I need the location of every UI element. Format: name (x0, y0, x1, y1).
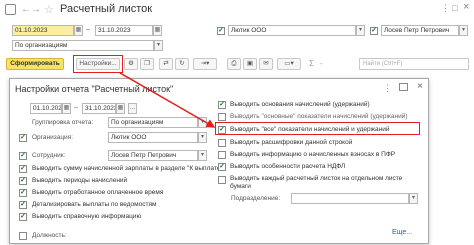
option-checkbox[interactable] (218, 139, 226, 147)
option-label: Выводить каждый расчетный листок на отде… (230, 175, 403, 190)
dialog-employee-checkbox[interactable]: ✓ (19, 152, 27, 160)
dropdown-icon[interactable]: ▾ (198, 150, 207, 161)
dialog-organization-field[interactable]: Лютик ООО (108, 132, 198, 143)
date-separator: – (74, 104, 78, 111)
subdivision-field[interactable] (291, 193, 409, 204)
settings-highlight-box (73, 55, 123, 73)
copy-icon[interactable]: ❐ (140, 58, 154, 70)
period-end-field[interactable]: 31.10.2023 (95, 25, 153, 36)
option-label: Выводить расшифровки данной строкой (230, 139, 353, 146)
search-input[interactable]: Найти (Ctrl+F) (359, 58, 469, 70)
employee-filter-checkbox[interactable]: ✓ (370, 27, 378, 35)
dropdown-icon[interactable]: ▾ (198, 132, 207, 143)
option-checkbox[interactable] (218, 151, 226, 159)
forward-arrow-icon[interactable]: → (31, 4, 41, 15)
report-settings-dialog: Настройки отчета "Расчетный листок" ⋮ × … (9, 78, 429, 244)
organization-label: Организация: (32, 134, 74, 141)
dropdown-icon[interactable]: ▾ (154, 40, 163, 51)
more-menu-icon[interactable]: ⋮ (441, 3, 450, 14)
swap-icon[interactable]: ⇄ (159, 58, 173, 70)
option-label: Выводить информацию о начисленных взноса… (230, 151, 396, 158)
option-label: Выводить сумму начисленной зарплаты в ра… (32, 165, 223, 172)
save-icon[interactable]: ▣ (243, 58, 257, 70)
option-label: Выводить особенности расчета НДФЛ (230, 163, 346, 170)
calendar-icon[interactable]: ▦ (116, 103, 125, 114)
option-label: Выводить периоды начислений (32, 177, 128, 184)
dialog-period-end[interactable]: 31.10.2023 (82, 103, 116, 114)
option-checkbox[interactable]: ✓ (218, 101, 226, 109)
dropdown-icon[interactable]: ▾ (198, 117, 207, 128)
print-icon[interactable]: ⎙ (227, 58, 241, 70)
dialog-grouping-field[interactable]: По организациям (108, 117, 198, 128)
grouping-field[interactable]: По организациям (12, 40, 154, 51)
grouping-label: Группировка отчета: (32, 119, 94, 126)
calendar-icon[interactable]: ▦ (74, 25, 83, 36)
title-bar: ← → ☆ Расчетный листок ⋮ □ × (0, 0, 474, 20)
refresh-icon[interactable]: ↻ (175, 58, 189, 70)
organization-filter-field[interactable]: Лютик ООО (228, 25, 356, 36)
option-label: Детализировать выплаты по ведомостям (32, 201, 157, 208)
employee-filter-field[interactable]: Лосев Петр Петрович (381, 25, 459, 36)
option-checkbox[interactable] (218, 176, 226, 184)
dropdown-icon[interactable]: ▾ (356, 25, 365, 36)
option-label: Выводить "основные" показатели начислени… (230, 113, 408, 120)
dialog-period-start[interactable]: 01.10.2023 (30, 103, 62, 114)
option-checkbox[interactable]: ✓ (19, 213, 27, 221)
all-indicators-highlight-box (215, 122, 420, 135)
more-menu-icon[interactable]: ⋮ (383, 83, 392, 94)
dialog-title: Настройки отчета "Расчетный листок" (15, 84, 174, 94)
close-icon[interactable]: × (463, 1, 469, 13)
option-checkbox[interactable]: ✓ (19, 189, 27, 197)
dialog-employee-field[interactable]: Лосев Петр Петрович (108, 150, 198, 161)
calendar-icon[interactable]: ▦ (153, 25, 162, 36)
mail-icon[interactable]: ✉ (259, 58, 273, 70)
favorite-star-icon[interactable]: ☆ (44, 3, 54, 16)
maximize-icon[interactable] (399, 83, 408, 91)
option-checkbox[interactable] (218, 113, 226, 121)
option-label: Выводить основания начислений (удержаний… (230, 101, 370, 108)
dropdown-icon[interactable]: ▾ (409, 193, 418, 204)
folder-icon[interactable]: ▭▾ (277, 58, 301, 70)
subdivision-label: Подразделение: (231, 195, 281, 202)
option-checkbox[interactable]: ✓ (19, 165, 27, 173)
date-separator: – (86, 26, 90, 33)
period-start-field[interactable]: 01.10.2023 (12, 25, 74, 36)
close-icon[interactable]: × (417, 81, 423, 92)
report-window: ← → ☆ Расчетный листок ⋮ □ × 01.10.2023 … (0, 0, 474, 245)
dialog-organization-checkbox[interactable]: ✓ (19, 134, 27, 142)
variant-icon[interactable]: ⚙ (124, 58, 138, 70)
sum-icon: Σ (309, 59, 314, 68)
organization-filter-checkbox[interactable]: ✓ (217, 27, 225, 35)
position-label: Должность: (32, 232, 67, 239)
minus-icon: - (320, 59, 323, 68)
generate-button[interactable]: Сформировать (6, 58, 64, 70)
employee-label: Сотрудник: (32, 152, 66, 159)
home-icon[interactable] (5, 4, 16, 15)
period-picker-icon[interactable]: … (128, 103, 137, 114)
option-checkbox[interactable]: ✓ (218, 163, 226, 171)
option-label: Выводить справочную информацию (32, 213, 142, 220)
option-label: Выводить отработанное оплаченное время (32, 189, 164, 196)
maximize-icon[interactable]: □ (452, 3, 457, 13)
option-checkbox[interactable]: ✓ (19, 177, 27, 185)
export-icon[interactable]: ⇥▾ (193, 58, 217, 70)
window-title: Расчетный листок (60, 3, 153, 15)
dropdown-icon[interactable]: ▾ (459, 25, 468, 36)
position-checkbox[interactable] (19, 232, 27, 240)
more-actions-button[interactable]: Еще... (392, 229, 412, 236)
back-arrow-icon[interactable]: ← (21, 4, 31, 15)
option-checkbox[interactable]: ✓ (19, 201, 27, 209)
calendar-icon[interactable]: ▦ (62, 103, 71, 114)
